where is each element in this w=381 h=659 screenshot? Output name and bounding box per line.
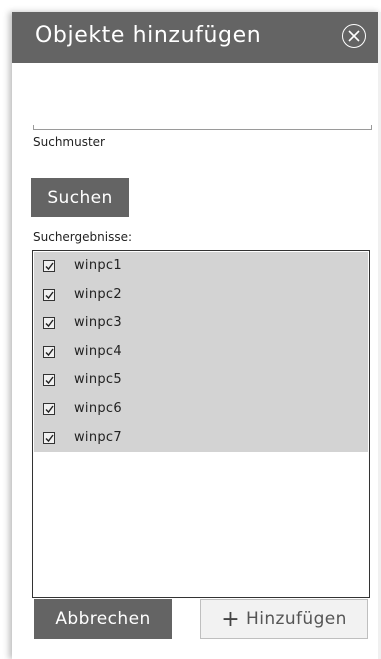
search-button[interactable]: Suchen <box>31 178 129 217</box>
result-item-label: winpc3 <box>74 315 122 331</box>
search-input-underline <box>33 125 372 130</box>
result-item-label: winpc5 <box>74 372 122 388</box>
result-item-label: winpc2 <box>74 286 122 302</box>
result-checkbox[interactable] <box>43 288 55 301</box>
result-item-winpc5[interactable]: winpc5 <box>34 366 368 395</box>
add-button-label: Hinzufügen <box>246 608 347 629</box>
result-item-winpc3[interactable]: winpc3 <box>34 309 368 338</box>
result-item-label: winpc4 <box>74 343 122 359</box>
result-checkbox[interactable] <box>43 402 55 415</box>
result-item-winpc6[interactable]: winpc6 <box>34 395 368 424</box>
result-checkbox[interactable] <box>43 431 55 444</box>
add-button[interactable]: + Hinzufügen <box>200 599 368 639</box>
result-item-label: winpc7 <box>74 429 122 445</box>
dialog-title: Objekte hinzufügen <box>35 23 262 48</box>
result-item-winpc2[interactable]: winpc2 <box>34 281 368 310</box>
result-checkbox[interactable] <box>43 345 55 358</box>
result-checkbox[interactable] <box>43 374 55 387</box>
result-item-label: winpc6 <box>74 400 122 416</box>
plus-icon: + <box>221 606 241 632</box>
close-icon[interactable] <box>342 24 366 48</box>
result-item-winpc7[interactable]: winpc7 <box>34 424 368 453</box>
cancel-button[interactable]: Abbrechen <box>34 599 172 639</box>
result-item-winpc4[interactable]: winpc4 <box>34 338 368 367</box>
result-item-label: winpc1 <box>74 258 122 273</box>
results-label: Suchergebnisse: <box>33 230 133 244</box>
result-item-winpc1[interactable]: winpc1 <box>34 252 368 281</box>
search-pattern-input[interactable] <box>33 87 372 126</box>
results-list: winpc1 winpc2 winpc3 winpc4 winpc5 winpc… <box>34 252 368 453</box>
result-checkbox[interactable] <box>43 260 55 272</box>
result-checkbox[interactable] <box>43 317 55 330</box>
results-list-box[interactable]: winpc1 winpc2 winpc3 winpc4 winpc5 winpc… <box>32 250 370 598</box>
search-pattern-label: Suchmuster <box>33 135 105 149</box>
add-objects-dialog: Objekte hinzufügen Suchmuster Suchen Suc… <box>12 12 381 659</box>
dialog-header: Objekte hinzufügen <box>12 12 381 63</box>
